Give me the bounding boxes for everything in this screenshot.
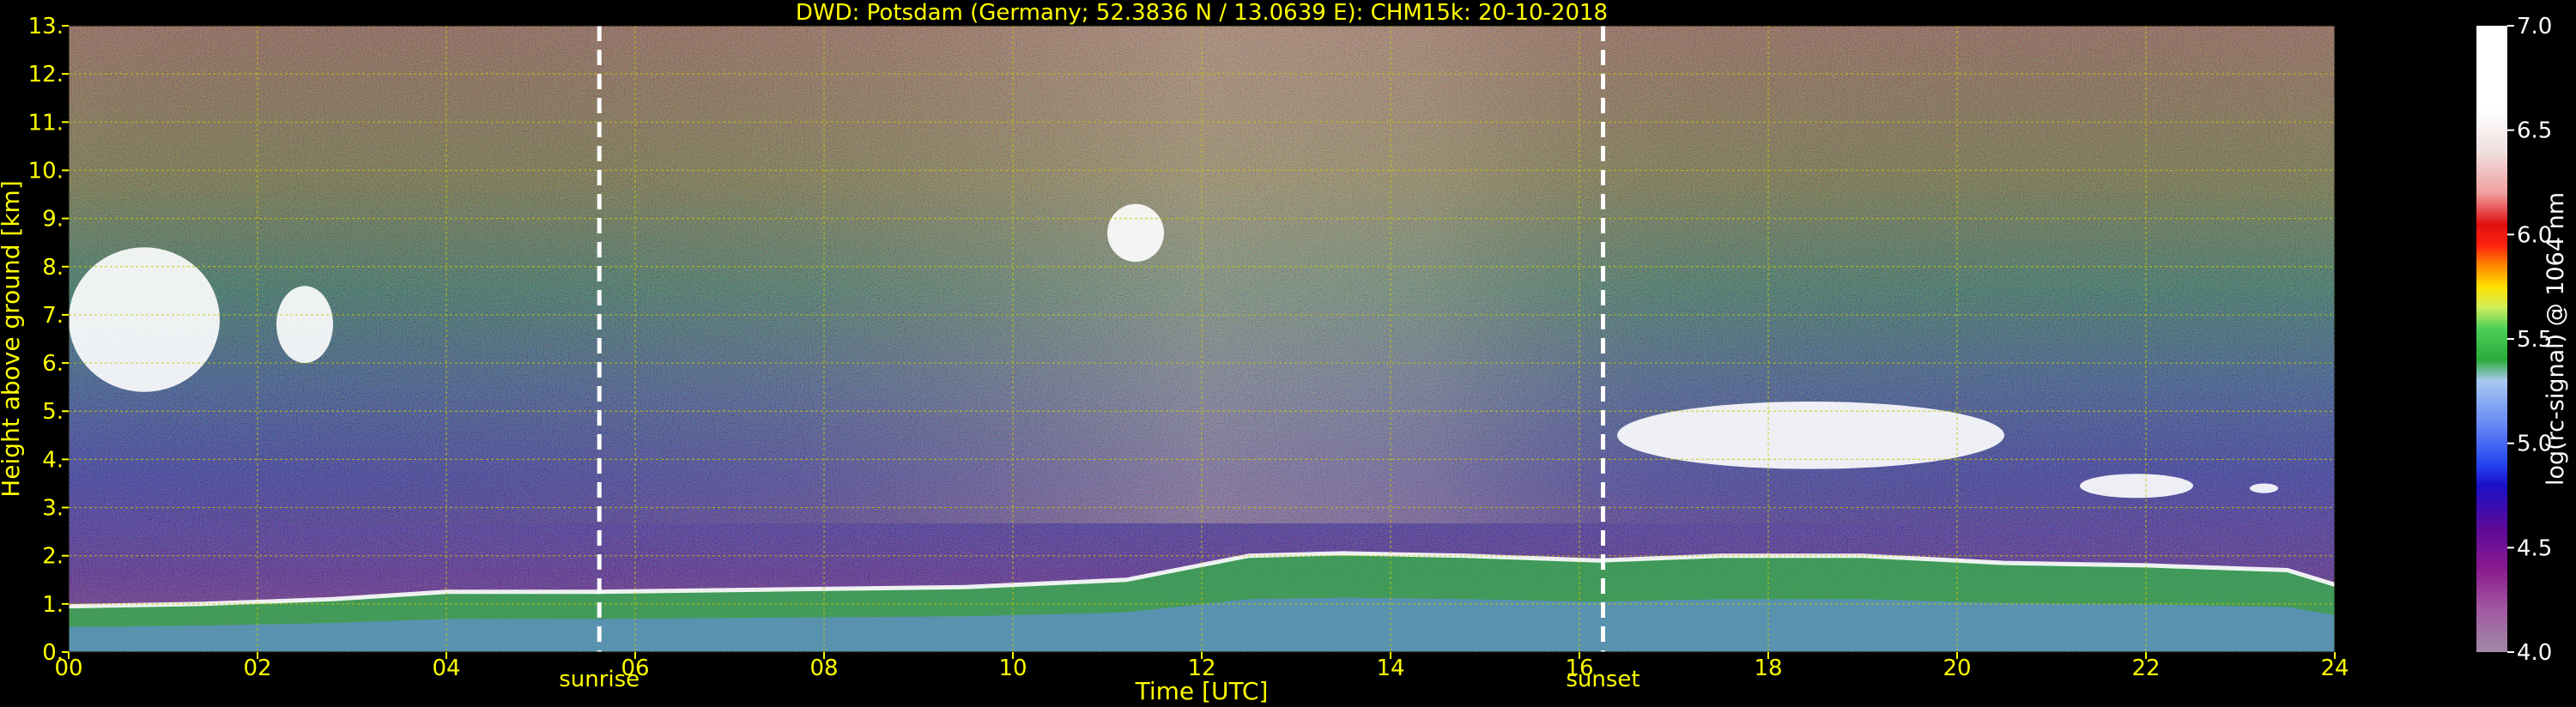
x-tick-label: 10 — [998, 656, 1027, 681]
x-tick-label: 08 — [809, 656, 838, 681]
y-tick-label: 13. — [28, 14, 64, 39]
x-axis-label: Time [UTC] — [1135, 677, 1269, 705]
x-tick-label: 02 — [243, 656, 271, 681]
chart-svg: sunrise sunset 00 02 04 06 08 10 12 14 16 18 20 22 24… — [0, 0, 2569, 705]
cloud-layer — [2250, 483, 2278, 493]
y-tick-label: 10. — [28, 158, 64, 184]
y-tick-label: 3. — [42, 496, 64, 522]
colorbar-tick-label: 6.5 — [2517, 118, 2552, 144]
x-tick-label: 04 — [432, 656, 460, 681]
y-tick-label: 11. — [28, 110, 64, 136]
x-tick-label: 16 — [1565, 656, 1593, 681]
y-tick-label: 1. — [42, 592, 64, 618]
colorbar-tick-label: 4.0 — [2517, 640, 2552, 666]
colorbar-tick-label: 7.0 — [2517, 14, 2552, 39]
y-tick-label: 4. — [42, 447, 64, 473]
y-tick-label: 8. — [42, 255, 64, 281]
colorbar-gradient — [2476, 26, 2507, 652]
y-tick-label: 2. — [42, 544, 64, 570]
x-tick-label: 14 — [1376, 656, 1404, 681]
y-axis: 0. 1. 2. 3. 4. 5. 6. 7. 8. 9. 10. 11. 12. 13. — [28, 14, 69, 666]
x-tick-label: 24 — [2320, 656, 2349, 681]
cloud-layer — [2080, 474, 2193, 499]
chart-title: DWD: Potsdam (Germany; 52.3836 N / 13.06… — [796, 0, 1608, 26]
y-tick-label: 12. — [28, 62, 64, 88]
plot-area: sunrise sunset — [68, 25, 2336, 692]
x-tick-label: 20 — [1943, 656, 1971, 681]
cloud-layer — [69, 247, 220, 392]
colorbar-tick-label: 4.5 — [2517, 535, 2552, 561]
x-tick-label: 18 — [1754, 656, 1782, 681]
y-tick-label: 0. — [42, 640, 64, 666]
y-tick-label: 7. — [42, 303, 64, 329]
y-tick-label: 6. — [42, 351, 64, 377]
colorbar: 4.04.55.05.56.06.57.0 log(rc-signal) @ 1… — [2476, 14, 2569, 666]
cloud-layer — [1107, 203, 1164, 263]
y-axis-label: Height above ground [km] — [0, 180, 25, 498]
cloud-layer — [276, 286, 333, 364]
lidar-ceilometer-figure: sunrise sunset 00 02 04 06 08 10 12 14 16 18 20 22 24… — [0, 0, 2576, 707]
y-tick-label: 9. — [42, 207, 64, 233]
colorbar-label: log(rc-signal) @ 1064 nm — [2543, 192, 2569, 486]
y-tick-label: 5. — [42, 399, 64, 425]
x-tick-label: 06 — [621, 656, 649, 681]
x-tick-label: 22 — [2131, 656, 2160, 681]
